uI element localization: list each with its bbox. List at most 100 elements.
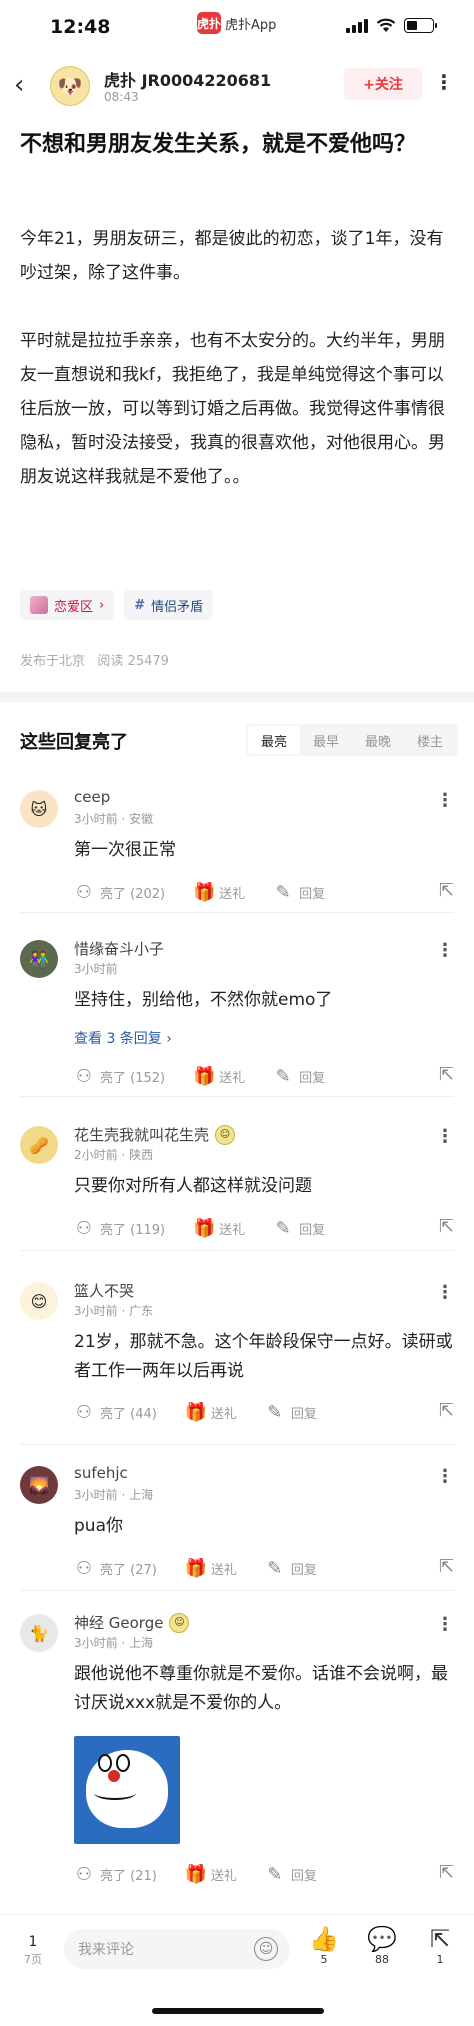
- reply-button[interactable]: ✎ 回复: [265, 1402, 317, 1423]
- light-icon: ⚇: [75, 1065, 93, 1087]
- post-header: ‹ 🐶 虎扑 JR0004220681 08:43 +关注 ⋮: [0, 58, 474, 114]
- comment-time: 2小时前 · 陕西: [74, 1148, 154, 1162]
- more-icon[interactable]: ⋮: [434, 70, 454, 94]
- comment-time: 3小时前 · 上海: [74, 1636, 154, 1650]
- comment-divider: [20, 1250, 454, 1251]
- comment-author[interactable]: 神经 George ☺: [74, 1612, 190, 1633]
- post-paragraph: 今年21，男朋友研三，都是彼此的初恋，谈了1年，没有吵过架，除了这件事。: [20, 229, 444, 283]
- comment-text: 21岁，那就不急。这个年龄段保守一点好。读研或者工作一两年以后再说: [74, 1332, 453, 1381]
- gift-icon: 🎁: [193, 1065, 216, 1087]
- comment-actions: ⚇ 亮了 (27) 🎁 送礼 ✎ 回复 ⇱: [74, 1556, 454, 1580]
- app-logo-icon: 虎扑: [197, 12, 221, 34]
- light-button[interactable]: ⚇ 亮了 (44): [74, 1402, 157, 1423]
- tab-op-only[interactable]: 楼主: [404, 726, 456, 754]
- gift-button[interactable]: 🎁 送礼: [193, 882, 245, 903]
- more-icon[interactable]: ⋮: [436, 940, 454, 961]
- reply-button[interactable]: ✎ 回复: [265, 1864, 317, 1885]
- like-button[interactable]: 👍 5: [304, 1925, 344, 1966]
- tab-earliest[interactable]: 最早: [300, 726, 352, 754]
- chevron-right-icon: ›: [99, 597, 105, 613]
- reply-button[interactable]: ✎ 回复: [273, 1218, 326, 1239]
- post-title: 不想和男朋友发生关系，就是不爱他吗？: [20, 132, 417, 157]
- home-indicator[interactable]: [152, 2008, 324, 2014]
- comment-text: pua你: [74, 1516, 123, 1536]
- replies-title: 这些回复亮了: [20, 732, 128, 753]
- tab-latest[interactable]: 最晚: [352, 726, 404, 754]
- comment-item: 😊 篮人不哭 3小时前 · 广东 ⋮ 21岁，那就不急。这个年龄段保守一点好。读…: [0, 1282, 474, 1462]
- author-name[interactable]: 虎扑 JR0004220681: [104, 67, 271, 91]
- comment-author[interactable]: 篮人不哭: [74, 1280, 134, 1301]
- follow-button[interactable]: +关注: [344, 68, 422, 100]
- sort-tabs: 最亮 最早 最晚 楼主: [246, 724, 458, 756]
- gift-button[interactable]: 🎁 送礼: [185, 1558, 237, 1579]
- light-button[interactable]: ⚇ 亮了 (202): [74, 882, 165, 903]
- post-body: 今年21，男朋友研三，都是彼此的初恋，谈了1年，没有吵过架，除了这件事。 平时就…: [20, 222, 456, 528]
- reply-button[interactable]: ✎ 回复: [273, 882, 326, 903]
- share-icon[interactable]: ⇱: [439, 1216, 454, 1237]
- comment-item: 👫 惜缘奋斗小子 3小时前 ⋮ 坚持住，别给他，不然你就emo了 查看 3 条回…: [0, 940, 474, 1120]
- avatar[interactable]: 🐱: [20, 790, 58, 828]
- share-icon[interactable]: ⇱: [439, 1064, 454, 1085]
- light-button[interactable]: ⚇ 亮了 (27): [74, 1558, 157, 1579]
- tag-forum[interactable]: 恋爱区 ›: [20, 590, 115, 620]
- tag-topic[interactable]: # 情侣矛盾: [124, 590, 214, 620]
- comment-author[interactable]: 花生壳我就叫花生壳 ☺: [74, 1124, 236, 1145]
- comments-button[interactable]: 💬 88: [362, 1925, 402, 1966]
- gift-icon: 🎁: [193, 881, 216, 903]
- user-badge-icon: ☺: [169, 1612, 190, 1633]
- gift-icon: 🎁: [184, 1863, 208, 1885]
- gift-button[interactable]: 🎁 送礼: [185, 1402, 237, 1423]
- comment-icon: 💬: [367, 1925, 397, 1953]
- page-indicator[interactable]: 1 7页: [24, 1933, 42, 1969]
- more-icon[interactable]: ⋮: [436, 1126, 454, 1147]
- comment-actions: ⚇ 亮了 (44) 🎁 送礼 ✎ 回复 ⇱: [74, 1400, 454, 1424]
- comment-item: 🐱 ceep 3小时前 · 安徽 ⋮ 第一次很正常 ⚇ 亮了 (202) 🎁 送礼 …: [0, 788, 474, 940]
- reply-button[interactable]: ✎ 回复: [265, 1558, 317, 1579]
- more-icon[interactable]: ⋮: [436, 1466, 454, 1487]
- status-bar: 12:48 虎扑 虎扑App: [0, 0, 474, 48]
- share-icon[interactable]: ⇱: [439, 1556, 454, 1577]
- emoji-icon[interactable]: ☺: [254, 1937, 278, 1961]
- avatar[interactable]: 🥜: [20, 1126, 58, 1164]
- share-icon[interactable]: ⇱: [439, 1400, 454, 1421]
- gift-button[interactable]: 🎁 送礼: [193, 1218, 245, 1239]
- comment-author[interactable]: sufehjc: [74, 1464, 128, 1482]
- gift-icon: 🎁: [184, 1401, 208, 1423]
- author-avatar[interactable]: 🐶: [50, 66, 90, 106]
- tag-label: 恋爱区: [54, 599, 94, 615]
- avatar[interactable]: 🐈: [20, 1614, 58, 1652]
- share-icon[interactable]: ⇱: [439, 1862, 454, 1883]
- more-icon[interactable]: ⋮: [436, 1614, 454, 1635]
- reply-button[interactable]: ✎ 回复: [273, 1066, 326, 1087]
- gift-button[interactable]: 🎁 送礼: [185, 1864, 237, 1885]
- comment-actions: ⚇ 亮了 (21) 🎁 送礼 ✎ 回复 ⇱: [74, 1862, 454, 1886]
- light-icon: ⚇: [75, 1863, 93, 1885]
- more-icon[interactable]: ⋮: [436, 790, 454, 811]
- post-time: 08:43: [104, 90, 139, 104]
- light-button[interactable]: ⚇ 亮了 (152): [74, 1066, 165, 1087]
- avatar[interactable]: 👫: [20, 940, 58, 978]
- light-button[interactable]: ⚇ 亮了 (21): [74, 1864, 157, 1885]
- comment-time: 3小时前 · 广东: [74, 1304, 154, 1318]
- comment-divider: [20, 1590, 454, 1591]
- back-icon[interactable]: ‹: [14, 72, 24, 98]
- share-icon[interactable]: ⇱: [439, 880, 454, 901]
- comment-text: 跟他说他不尊重你就是不爱你。话谁不会说啊，最讨厌说xxx就是不爱你的人。: [74, 1664, 448, 1713]
- wifi-icon: [376, 18, 396, 32]
- comment-divider: [20, 912, 454, 913]
- light-icon: ⚇: [75, 881, 93, 903]
- avatar[interactable]: 😊: [20, 1282, 58, 1320]
- light-button[interactable]: ⚇ 亮了 (119): [74, 1218, 165, 1239]
- user-badge-icon: ☺: [215, 1124, 236, 1145]
- tab-brightest[interactable]: 最亮: [248, 726, 300, 754]
- comment-image[interactable]: [74, 1736, 180, 1844]
- comment-author[interactable]: 惜缘奋斗小子: [74, 938, 164, 959]
- comment-divider: [20, 1444, 454, 1445]
- comment-author[interactable]: ceep: [74, 788, 110, 806]
- gift-button[interactable]: 🎁 送礼: [193, 1066, 245, 1087]
- share-button[interactable]: ⇱ 1: [420, 1925, 460, 1966]
- avatar[interactable]: 🌄: [20, 1466, 58, 1504]
- view-replies-link[interactable]: 查看 3 条回复 ›: [74, 1028, 172, 1048]
- comment-text: 坚持住，别给他，不然你就emo了: [74, 990, 333, 1010]
- more-icon[interactable]: ⋮: [436, 1282, 454, 1303]
